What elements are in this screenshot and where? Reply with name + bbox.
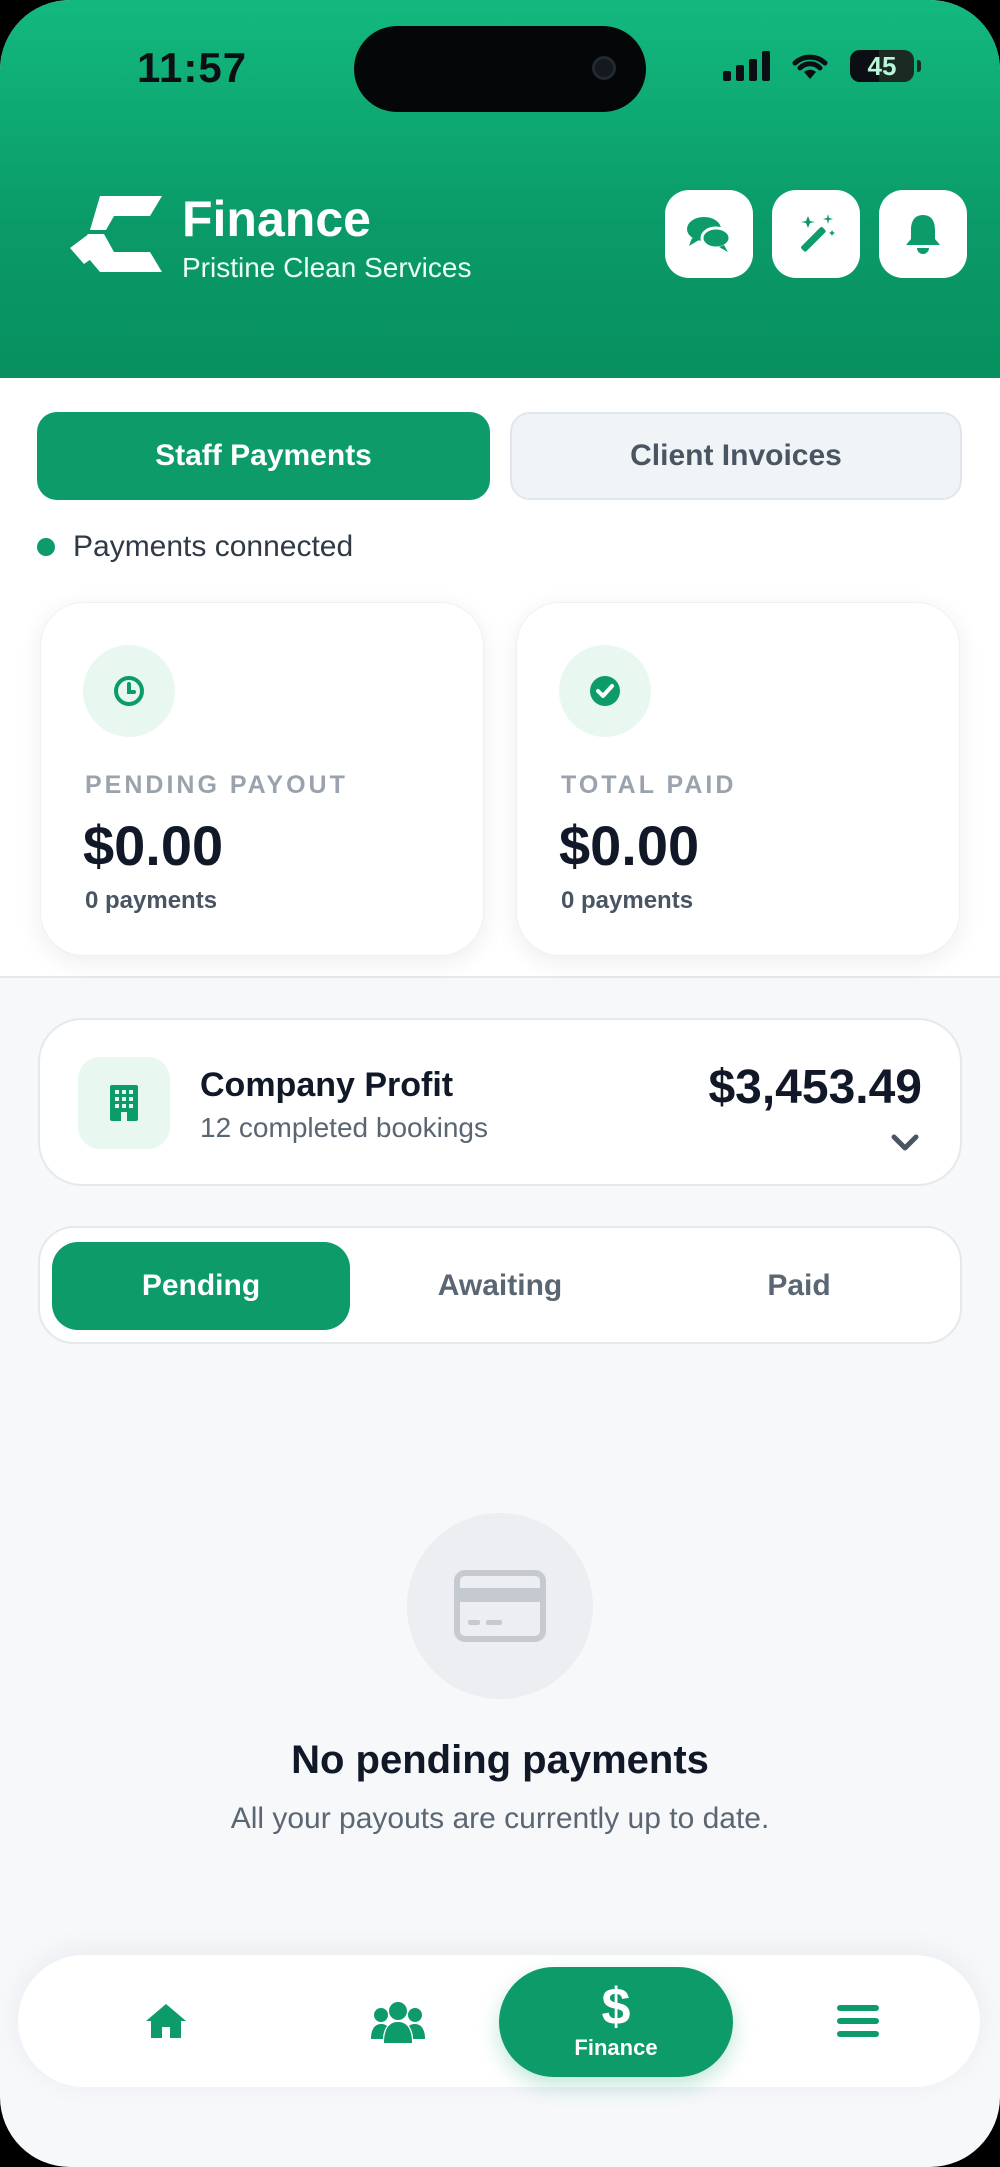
magic-button[interactable]: [772, 190, 860, 278]
page-title: Finance: [182, 191, 371, 247]
connection-label: Payments connected: [73, 530, 354, 563]
clock-icon: [83, 645, 175, 737]
profit-subtitle: 12 completed bookings: [200, 1112, 488, 1143]
dynamic-island: [354, 26, 646, 112]
company-profit-card[interactable]: Company Profit 12 completed bookings $3,…: [38, 1018, 962, 1186]
empty-state-illustration: [407, 1513, 593, 1699]
magic-wand-icon: [801, 214, 835, 252]
tab-client-invoices[interactable]: Client Invoices: [510, 412, 962, 500]
users-icon: [371, 2002, 425, 2043]
total-paid-card: TOTAL PAID $0.00 0 payments: [516, 602, 960, 956]
chat-icon: [687, 217, 732, 252]
bottom-navigation: $ Finance: [18, 1955, 980, 2087]
empty-state-title: No pending payments: [291, 1738, 709, 1782]
signal-icon: [723, 51, 770, 81]
bell-icon: [906, 215, 940, 254]
nav-home[interactable]: [118, 1955, 214, 2087]
building-icon: [78, 1057, 170, 1149]
credit-card-icon: [454, 1570, 546, 1642]
stat-count: 0 payments: [561, 887, 694, 914]
stat-count: 0 payments: [85, 887, 218, 914]
nav-menu[interactable]: [818, 1955, 898, 2087]
phone-screen: 11:57 45 Finance Pristine Clean Services: [0, 0, 1000, 2167]
stat-value: $0.00: [559, 814, 700, 877]
status-time: 11:57: [137, 44, 248, 91]
tab-staff-payments[interactable]: Staff Payments: [37, 412, 490, 500]
profit-amount: $3,453.49: [708, 1061, 922, 1114]
menu-icon: [837, 2005, 879, 2037]
dollar-icon: $: [601, 1978, 631, 2036]
pending-payout-card: PENDING PAYOUT $0.00 0 payments: [40, 602, 484, 956]
empty-state-subtitle: All your payouts are currently up to dat…: [230, 1802, 770, 1835]
stat-label: PENDING PAYOUT: [85, 771, 348, 799]
payment-status-filter: Pending Awaiting Paid: [38, 1226, 962, 1344]
filter-awaiting[interactable]: Awaiting: [351, 1242, 649, 1330]
company-name: Pristine Clean Services: [182, 252, 472, 283]
battery-icon: 45: [850, 50, 921, 82]
notifications-button[interactable]: [879, 190, 967, 278]
chat-button[interactable]: [665, 190, 753, 278]
brand-logo-icon: [70, 196, 162, 272]
filter-pending[interactable]: Pending: [52, 1242, 350, 1330]
profit-title: Company Profit: [200, 1066, 454, 1104]
stat-value: $0.00: [83, 814, 224, 877]
nav-finance-label: Finance: [574, 2035, 658, 2060]
chevron-down-icon[interactable]: [888, 1128, 922, 1158]
connection-status: Payments connected: [37, 530, 353, 564]
status-icons: 45: [723, 50, 921, 82]
status-dot-icon: [37, 538, 55, 556]
wifi-icon: [792, 54, 828, 79]
home-icon: [146, 2004, 186, 2038]
app-header: 11:57 45 Finance Pristine Clean Services: [0, 0, 1000, 378]
stat-label: TOTAL PAID: [561, 771, 737, 799]
nav-team[interactable]: [348, 1955, 448, 2087]
battery-level: 45: [867, 50, 897, 81]
check-circle-icon: [559, 645, 651, 737]
filter-paid[interactable]: Paid: [650, 1242, 948, 1330]
nav-finance[interactable]: $ Finance: [499, 1967, 733, 2077]
